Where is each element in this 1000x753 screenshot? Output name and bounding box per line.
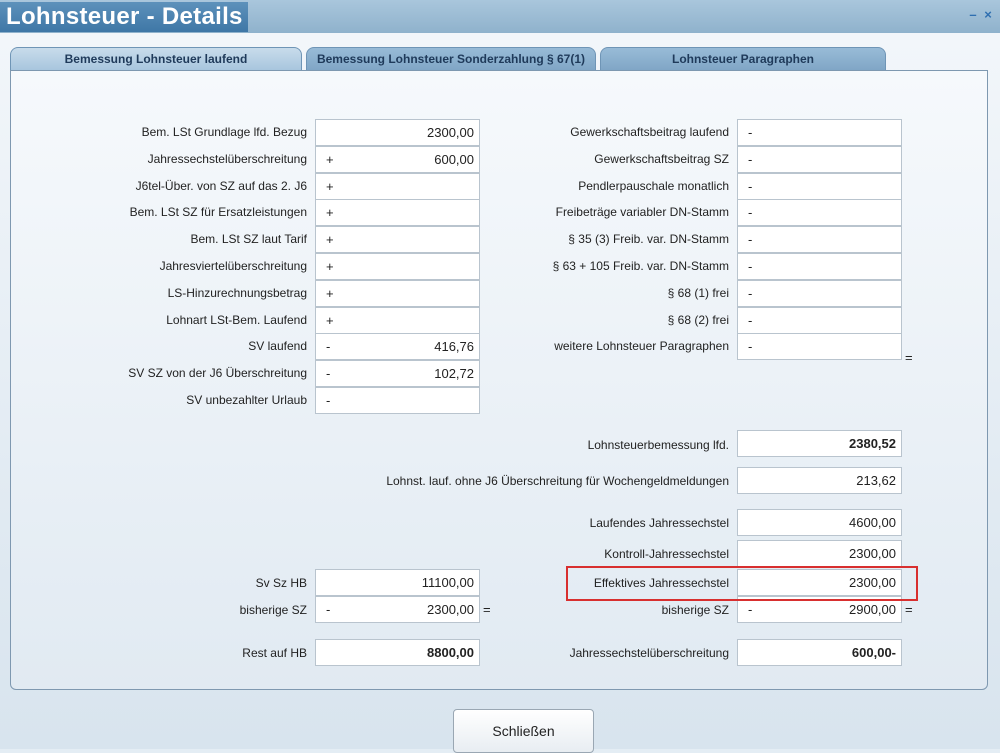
left-row-field-sign: +	[326, 179, 334, 194]
title-bar[interactable]: Lohnsteuer - Details – ×	[0, 0, 1000, 33]
left-row-label: Bem. LSt Grundlage lfd. Bezug	[141, 125, 307, 139]
right-row-field-sign: -	[748, 125, 753, 140]
left-row-field-sign: +	[326, 286, 334, 301]
left-row-field-sign: -	[326, 339, 331, 354]
right-row-field-sign: -	[748, 259, 753, 274]
left-row-field-sign: -	[326, 393, 331, 408]
left-row-field-sign: +	[326, 152, 334, 167]
rest-auf-hb-field[interactable]: 8800,00	[315, 639, 480, 666]
tab-sonderzahlung[interactable]: Bemessung Lohnsteuer Sonderzahlung § 67(…	[306, 47, 596, 70]
right-row-label: Freibeträge variabler DN-Stamm	[555, 205, 729, 219]
left-row-label: Bem. LSt SZ laut Tarif	[190, 232, 308, 246]
right-row-field[interactable]: -	[737, 253, 902, 280]
sv-sz-hb-label: Sv Sz HB	[255, 576, 307, 590]
bisherige-sz-left-field[interactable]: - 2300,00	[315, 596, 480, 623]
left-row-field[interactable]: 2300,00	[315, 119, 480, 146]
right-row-field[interactable]: -	[737, 280, 902, 307]
sechstelueberschreitung-field[interactable]: 600,00-	[737, 639, 902, 666]
kontroll-sechstel-label: Kontroll-Jahressechstel	[604, 547, 729, 561]
left-row-field-sign: +	[326, 259, 334, 274]
lst-bemessung-label: Lohnsteuerbemessung lfd.	[587, 438, 729, 452]
left-row-label: J6tel-Über. von SZ auf das 2. J6	[135, 179, 307, 193]
highlight-box	[566, 566, 918, 601]
sv-sz-hb-field[interactable]: 11100,00	[315, 569, 480, 596]
rest-auf-hb-label: Rest auf HB	[242, 646, 307, 660]
right-row-field-sign: -	[748, 339, 753, 354]
window-title: Lohnsteuer - Details	[0, 2, 248, 32]
tab-paragraphen[interactable]: Lohnsteuer Paragraphen	[600, 47, 886, 70]
left-row-field-sign: +	[326, 232, 334, 247]
left-row-field-sign: +	[326, 313, 334, 328]
right-row-label: weitere Lohnsteuer Paragraphen	[554, 339, 729, 353]
left-row-label: Lohnart LSt-Bem. Laufend	[166, 313, 307, 327]
left-row-label: SV unbezahlter Urlaub	[186, 393, 307, 407]
lst-bemessung-field-value: 2380,52	[849, 436, 896, 451]
bisherige-sz-left-label: bisherige SZ	[239, 603, 307, 617]
equals-sign-hb: =	[483, 602, 491, 617]
left-row-field-value: 2300,00	[427, 125, 474, 140]
right-row-field-sign: -	[748, 286, 753, 301]
right-row-label: Gewerkschaftsbeitrag SZ	[594, 152, 729, 166]
right-row-field[interactable]: -	[737, 119, 902, 146]
right-row-field[interactable]: -	[737, 199, 902, 226]
right-row-field-sign: -	[748, 313, 753, 328]
bisherige-sz-left-field-value: 2300,00	[427, 602, 474, 617]
right-row-field[interactable]: -	[737, 333, 902, 360]
close-button[interactable]: Schließen	[453, 709, 594, 753]
left-row-field-sign: +	[326, 205, 334, 220]
sechstelueberschreitung-field-value: 600,00-	[851, 645, 896, 660]
right-row-label: Gewerkschaftsbeitrag laufend	[570, 125, 729, 139]
left-row-label: Bem. LSt SZ für Ersatzleistungen	[129, 205, 307, 219]
wochengeld-field-value: 213,62	[856, 473, 896, 488]
right-row-field[interactable]: -	[737, 173, 902, 200]
left-row-field-value: 102,72	[434, 366, 474, 381]
tab-lohnsteuer-laufend[interactable]: Bemessung Lohnsteuer laufend	[10, 47, 302, 70]
left-row-field[interactable]: +	[315, 253, 480, 280]
lst-bemessung-field[interactable]: 2380,52	[737, 430, 902, 457]
right-row-field-sign: -	[748, 152, 753, 167]
rest-auf-hb-field-value: 8800,00	[427, 645, 474, 660]
laufendes-sechstel-field-value: 4600,00	[849, 515, 896, 530]
equals-sign-paragraphen: =	[905, 350, 913, 365]
left-row-label: SV laufend	[248, 339, 307, 353]
left-row-field[interactable]: - 102,72	[315, 360, 480, 387]
sv-sz-hb-field-value: 11100,00	[421, 575, 474, 590]
right-row-field-sign: -	[748, 179, 753, 194]
right-row-field[interactable]: -	[737, 226, 902, 253]
laufendes-sechstel-field[interactable]: 4600,00	[737, 509, 902, 536]
left-row-field[interactable]: +	[315, 280, 480, 307]
wochengeld-field[interactable]: 213,62	[737, 467, 902, 494]
kontroll-sechstel-field[interactable]: 2300,00	[737, 540, 902, 567]
wochengeld-label: Lohnst. lauf. ohne J6 Überschreitung für…	[386, 474, 729, 488]
kontroll-sechstel-field-value: 2300,00	[849, 546, 896, 561]
right-row-field-sign: -	[748, 232, 753, 247]
sechstelueberschreitung-label: Jahressechstelüberschreitung	[569, 646, 729, 660]
right-row-label: Pendlerpauschale monatlich	[578, 179, 729, 193]
minimize-icon[interactable]: –	[968, 8, 978, 21]
right-row-field-sign: -	[748, 205, 753, 220]
left-row-field[interactable]: -	[315, 387, 480, 414]
left-row-field[interactable]: -416,76	[315, 333, 480, 360]
close-icon[interactable]: ×	[983, 8, 993, 21]
left-row-field[interactable]: +	[315, 199, 480, 226]
right-row-field[interactable]: -	[737, 307, 902, 334]
laufendes-sechstel-label: Laufendes Jahressechstel	[589, 516, 729, 530]
left-row-label: SV SZ von der J6 Überschreitung	[128, 366, 307, 380]
right-row-label: § 68 (1) frei	[667, 286, 729, 300]
right-row-label: § 68 (2) frei	[667, 313, 729, 327]
right-row-label: § 63 + 105 Freib. var. DN-Stamm	[552, 259, 729, 273]
right-row-field[interactable]: -	[737, 146, 902, 173]
bisherige-sz-left-field-sign: -	[326, 602, 331, 617]
left-row-label: Jahressechstelüberschreitung	[147, 152, 307, 166]
left-row-label: Jahresviertelüberschreitung	[159, 259, 307, 273]
left-row-field[interactable]: +	[315, 226, 480, 253]
left-row-field-sign: -	[326, 366, 331, 381]
left-row-field[interactable]: +600,00	[315, 146, 480, 173]
left-row-field[interactable]: +	[315, 307, 480, 334]
left-row-label: LS-Hinzurechnungsbetrag	[167, 286, 307, 300]
right-row-label: § 35 (3) Freib. var. DN-Stamm	[568, 232, 729, 246]
left-row-field[interactable]: +	[315, 173, 480, 200]
